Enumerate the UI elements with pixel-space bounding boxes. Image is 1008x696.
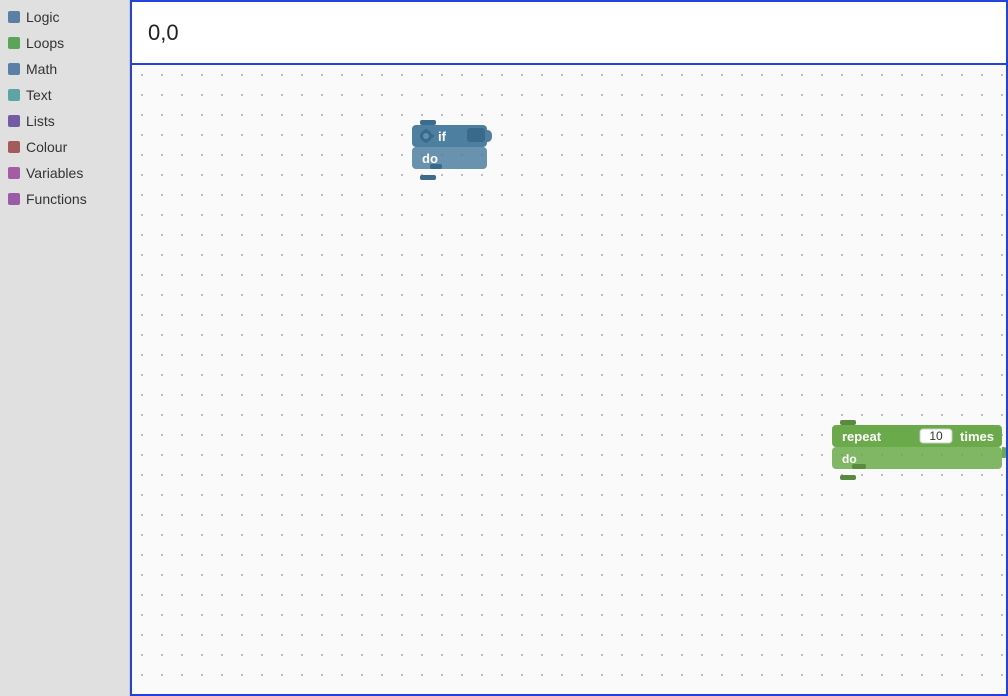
coord-bar: 0,0 <box>130 0 1008 65</box>
loops-color-dot <box>8 37 20 49</box>
sidebar-item-functions[interactable]: Functions <box>0 186 129 212</box>
svg-text:do: do <box>422 151 438 166</box>
sidebar-item-text[interactable]: Text <box>0 82 129 108</box>
sidebar-item-logic[interactable]: Logic <box>0 4 129 30</box>
svg-text:if: if <box>438 129 447 144</box>
svg-text:times: times <box>960 429 994 444</box>
text-color-dot <box>8 89 20 101</box>
sidebar-label-math: Math <box>26 61 57 77</box>
sidebar-label-functions: Functions <box>26 191 87 207</box>
sidebar-label-loops: Loops <box>26 35 64 51</box>
sidebar-item-loops[interactable]: Loops <box>0 30 129 56</box>
coordinates-display: 0,0 <box>148 20 179 46</box>
svg-text:10: 10 <box>929 429 943 443</box>
variables-color-dot <box>8 167 20 179</box>
math-color-dot <box>8 63 20 75</box>
sidebar: Logic Loops Math Text Lists Colour Varia… <box>0 0 130 696</box>
sidebar-item-math[interactable]: Math <box>0 56 129 82</box>
sidebar-label-logic: Logic <box>26 9 59 25</box>
sidebar-item-colour[interactable]: Colour <box>0 134 129 160</box>
sidebar-item-variables[interactable]: Variables <box>0 160 129 186</box>
main-area: 0,0 <box>130 0 1008 696</box>
repeat-block[interactable]: repeat 10 times do <box>832 420 1008 480</box>
if-block[interactable]: if do <box>412 120 500 180</box>
logic-color-dot <box>8 11 20 23</box>
lists-color-dot <box>8 115 20 127</box>
sidebar-label-colour: Colour <box>26 139 67 155</box>
svg-text:repeat: repeat <box>842 429 882 444</box>
colour-color-dot <box>8 141 20 153</box>
sidebar-label-variables: Variables <box>26 165 83 181</box>
sidebar-item-lists[interactable]: Lists <box>0 108 129 134</box>
sidebar-label-lists: Lists <box>26 113 55 129</box>
svg-text:do: do <box>842 452 857 466</box>
functions-color-dot <box>8 193 20 205</box>
block-canvas[interactable]: if do <box>130 65 1008 696</box>
sidebar-label-text: Text <box>26 87 52 103</box>
